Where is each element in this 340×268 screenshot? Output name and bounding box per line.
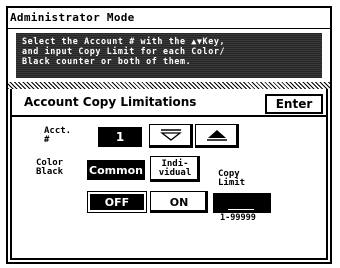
account-number-label: Acct. # (44, 126, 72, 145)
account-number-value: 1 (98, 127, 142, 147)
section-title: Account Copy Limitations (24, 95, 197, 109)
enter-button[interactable]: Enter (265, 94, 323, 114)
window-title: Administrator Mode (10, 11, 135, 24)
limit-on-button[interactable]: ON (150, 191, 208, 213)
triangle-down-icon (159, 127, 183, 146)
dither-divider (8, 82, 330, 89)
copy-limit-label: Copy Limit (218, 169, 246, 188)
triangle-up-icon (205, 127, 229, 146)
account-down-button[interactable] (149, 124, 193, 148)
copy-limit-input[interactable] (213, 193, 271, 213)
section-divider (12, 115, 326, 117)
copy-limit-range: 1-99999 (220, 213, 256, 223)
individual-button[interactable]: Indi- vidual (150, 156, 200, 182)
limit-off-button[interactable]: OFF (87, 191, 147, 213)
instruction-banner: Select the Account # with the ▲▼Key, and… (16, 33, 322, 78)
account-up-button[interactable] (195, 124, 239, 148)
common-button[interactable]: Common (87, 160, 145, 180)
input-cursor-underline (228, 209, 254, 210)
counter-label: Color Black (36, 158, 64, 177)
title-divider (8, 28, 330, 29)
